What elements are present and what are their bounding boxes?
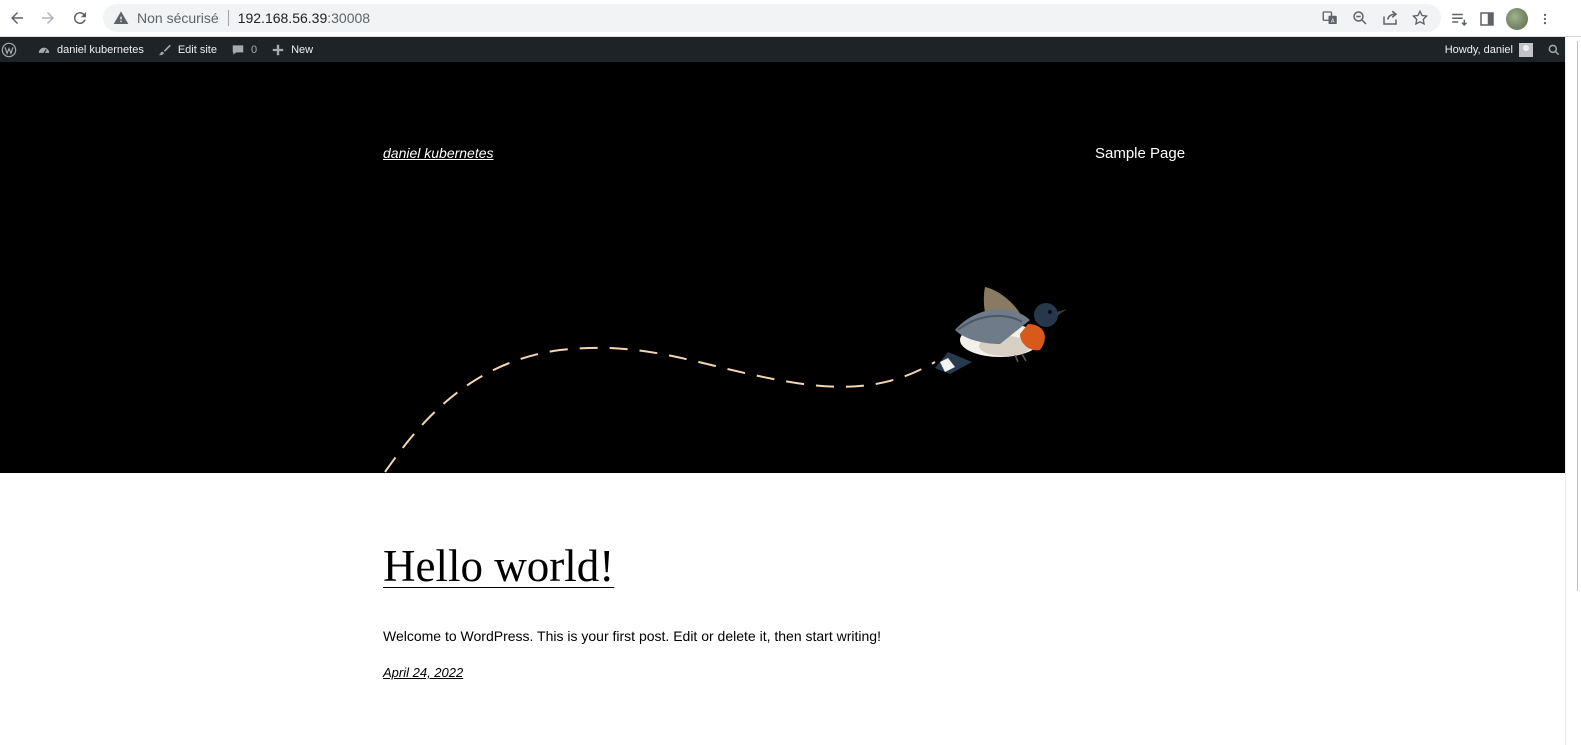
edit-site-label: Edit site: [177, 43, 217, 56]
post-date-link[interactable]: April 24, 2022: [383, 665, 463, 680]
dashboard-icon: [38, 47, 50, 53]
toolbar-right: [1450, 0, 1552, 37]
site-name-menu[interactable]: daniel kubernetes: [30, 37, 151, 62]
admin-search[interactable]: [1540, 37, 1565, 62]
omnibox-actions: A: [1321, 4, 1429, 32]
my-account-menu[interactable]: Howdy, daniel: [1438, 37, 1540, 62]
more-menu-icon[interactable]: [1538, 10, 1552, 28]
comments-count: 0: [250, 43, 258, 56]
site-header: daniel kubernetes Sample Page: [0, 62, 1565, 473]
reload-icon: [73, 12, 86, 25]
separator: [227, 10, 229, 26]
browser-toolbar: Non sécurisé 192.168.56.39:30008 A: [0, 0, 1581, 37]
reload-button[interactable]: [64, 2, 96, 34]
header-illustration: [384, 287, 1067, 473]
new-label: New: [291, 43, 314, 56]
comments-link[interactable]: 0: [224, 37, 264, 62]
admin-bar-secondary: Howdy, daniel: [1438, 37, 1565, 62]
new-content-menu[interactable]: New: [264, 37, 320, 62]
side-panel-icon[interactable]: [1478, 10, 1496, 28]
url-port: :30008: [327, 10, 371, 26]
profile-avatar[interactable]: [1506, 7, 1528, 30]
forward-button[interactable]: [32, 2, 64, 34]
url-host: 192.168.56.39: [237, 10, 328, 26]
share-icon[interactable]: [1381, 9, 1399, 27]
zoom-icon[interactable]: [1351, 9, 1369, 27]
back-button[interactable]: [1, 2, 33, 34]
search-icon: [1548, 44, 1560, 55]
wp-logo-menu[interactable]: [0, 37, 30, 62]
warning-icon: [113, 11, 129, 24]
wordpress-logo-icon: [1, 42, 17, 57]
reading-list-icon[interactable]: [1450, 10, 1468, 28]
plus-icon: [272, 44, 284, 55]
comment-icon: [232, 44, 244, 55]
post-title-link[interactable]: Hello world!: [383, 540, 614, 592]
address-bar[interactable]: Non sécurisé 192.168.56.39:30008 A: [103, 4, 1441, 32]
edit-site-link[interactable]: Edit site: [151, 37, 224, 62]
page-scrollbar[interactable]: [1565, 37, 1581, 745]
bookmark-star-icon[interactable]: [1411, 9, 1429, 27]
forward-icon: [42, 12, 54, 24]
site-name-label: daniel kubernetes: [57, 43, 144, 56]
user-avatar: [1519, 42, 1533, 57]
post-excerpt: Welcome to WordPress. This is your first…: [383, 628, 881, 644]
back-icon: [11, 12, 23, 24]
svg-text:A: A: [1331, 19, 1335, 25]
howdy-label: Howdy, daniel: [1444, 43, 1513, 56]
brush-icon: [159, 44, 171, 55]
flight-path: [384, 346, 936, 473]
wp-admin-bar: daniel kubernetes Edit site 0 New Howdy,…: [0, 37, 1565, 62]
scrollbar-thumb[interactable]: [1569, 41, 1578, 591]
security-label[interactable]: Non sécurisé: [137, 10, 219, 26]
translate-icon[interactable]: A: [1321, 9, 1339, 27]
bird-icon: [935, 287, 1067, 374]
